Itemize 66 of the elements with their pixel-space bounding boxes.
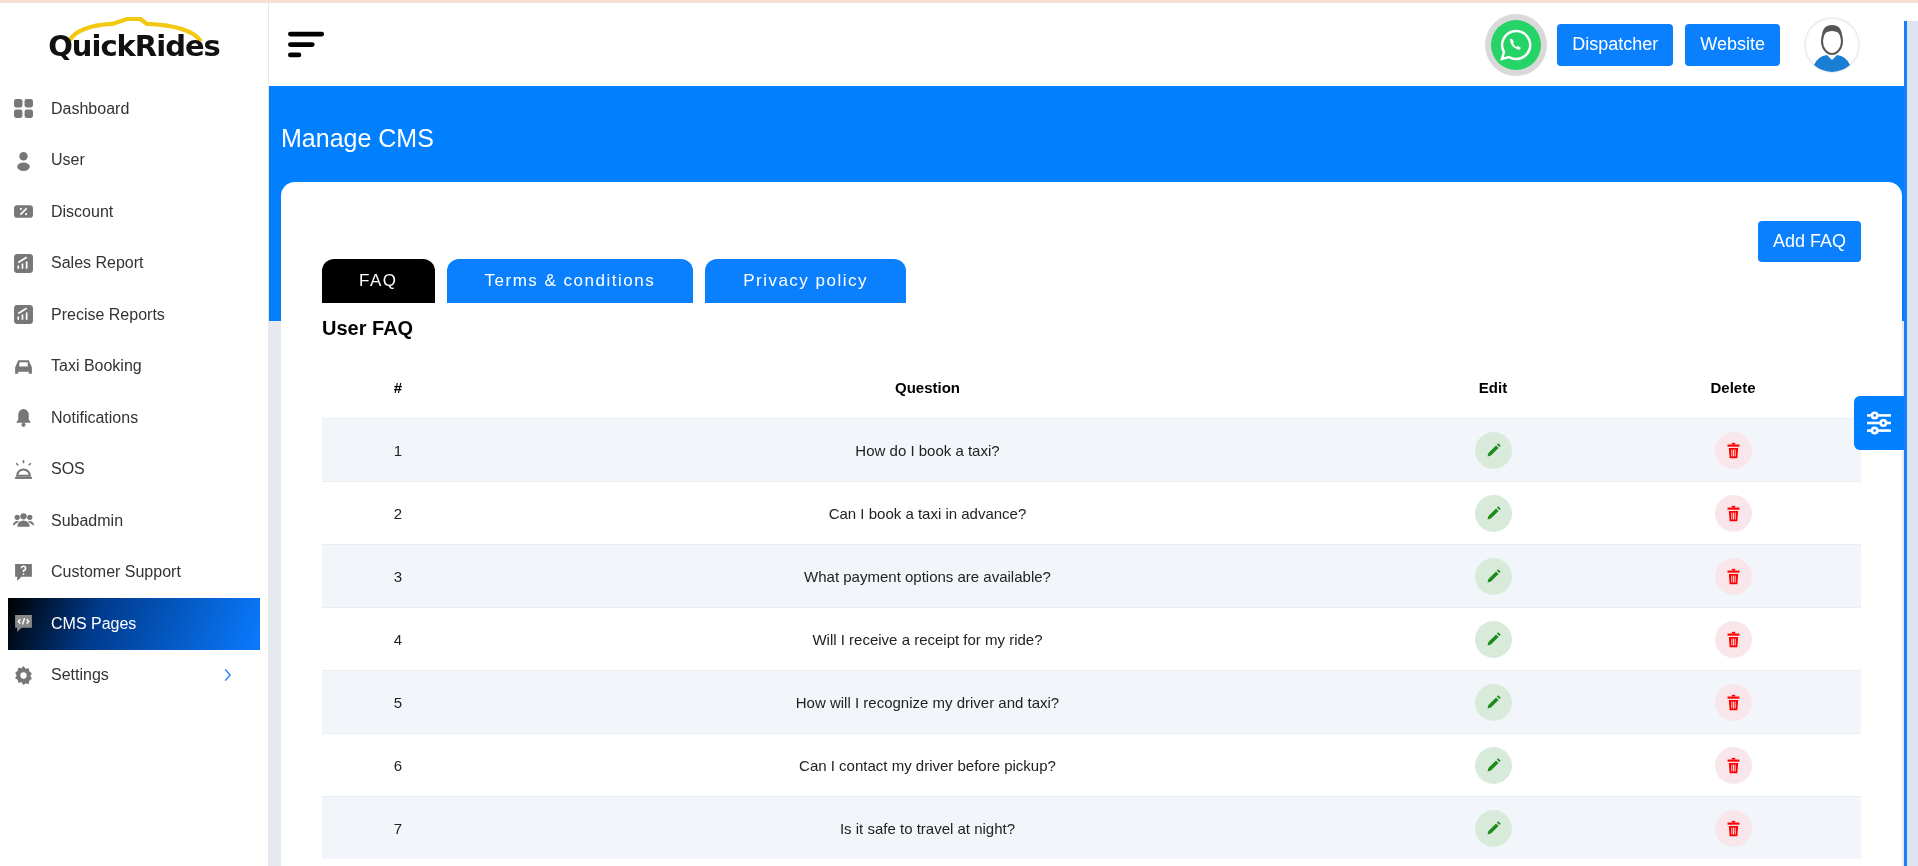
edit-button[interactable] [1474,494,1512,532]
column-header: # [393,379,403,396]
edit-button[interactable] [1474,683,1512,721]
edit-button[interactable] [1474,557,1512,595]
code-bubble-icon [13,613,34,635]
sidebar-item[interactable]: Dashboard [8,83,260,135]
sidebar-item[interactable]: Sales Report [8,237,260,289]
row-number: 6 [393,756,403,774]
column-header: Delete [1710,379,1756,396]
chart-icon [13,304,34,326]
avatar-icon[interactable] [1804,16,1860,73]
row-number: 4 [393,630,403,648]
edit-button[interactable] [1474,809,1512,847]
grid-icon [13,98,34,120]
sidebar-item[interactable]: SOS [8,443,260,495]
siren-icon [13,458,34,480]
column-header: Edit [1478,379,1508,396]
tab[interactable]: FAQ [322,259,435,303]
delete-button[interactable] [1714,683,1752,721]
settings-tab[interactable] [1854,396,1904,450]
question-text: Is it safe to travel at night? [839,819,1016,837]
tab[interactable]: Privacy policy [705,259,907,303]
delete-button[interactable] [1714,494,1752,532]
edit-button[interactable] [1474,431,1512,469]
sidebar-item[interactable]: Precise Reports [8,289,260,341]
delete-button[interactable] [1714,809,1752,847]
dispatcher-button[interactable]: Dispatcher [1557,23,1674,66]
sidebar-item[interactable]: Discount [8,186,260,238]
scrollbar[interactable] [1904,21,1918,866]
sidebar-item[interactable]: CMS Pages [8,598,260,650]
question-text: What payment options are available? [804,567,1051,585]
sidebar-item[interactable]: Subadmin [8,495,260,547]
row-number: 7 [393,819,403,837]
tab[interactable]: Terms & conditions [446,259,694,303]
row-number: 5 [393,693,403,711]
delete-button[interactable] [1714,431,1752,469]
sidebar-item[interactable]: Settings [8,649,260,701]
delete-button[interactable] [1714,746,1752,784]
question-text: How do I book a taxi? [855,441,1000,459]
sliders-icon [1866,411,1892,435]
section-title: User FAQ [322,317,415,341]
question-bubble-icon [13,561,34,583]
sidebar-item[interactable]: User [8,134,260,186]
sidebar-item[interactable]: Customer Support [8,546,260,598]
question-text: Can I book a taxi in advance? [828,504,1027,522]
row-number: 3 [393,567,403,585]
logo[interactable]: QuickRides [0,3,268,83]
question-text: How will I recognize my driver and taxi? [795,693,1060,711]
delete-button[interactable] [1714,620,1752,658]
sidebar-item[interactable]: Taxi Booking [8,340,260,392]
gear-icon [13,664,34,686]
row-number: 2 [393,504,403,522]
edit-button[interactable] [1474,746,1512,784]
page-title: Manage CMS [281,123,435,153]
edit-button[interactable] [1474,620,1512,658]
chart-icon [13,252,34,274]
question-text: Will I receive a receipt for my ride? [812,630,1043,648]
chat-icon[interactable] [1485,13,1548,76]
question-text: Can I contact my driver before pickup? [799,756,1056,774]
add-faq-button[interactable]: Add FAQ [1757,221,1861,262]
delete-button[interactable] [1714,557,1752,595]
website-button[interactable]: Website [1685,23,1780,66]
row-number: 1 [393,441,403,459]
column-header: Question [895,379,960,396]
sidebar-item[interactable]: Notifications [8,392,260,444]
bell-icon [13,407,34,429]
